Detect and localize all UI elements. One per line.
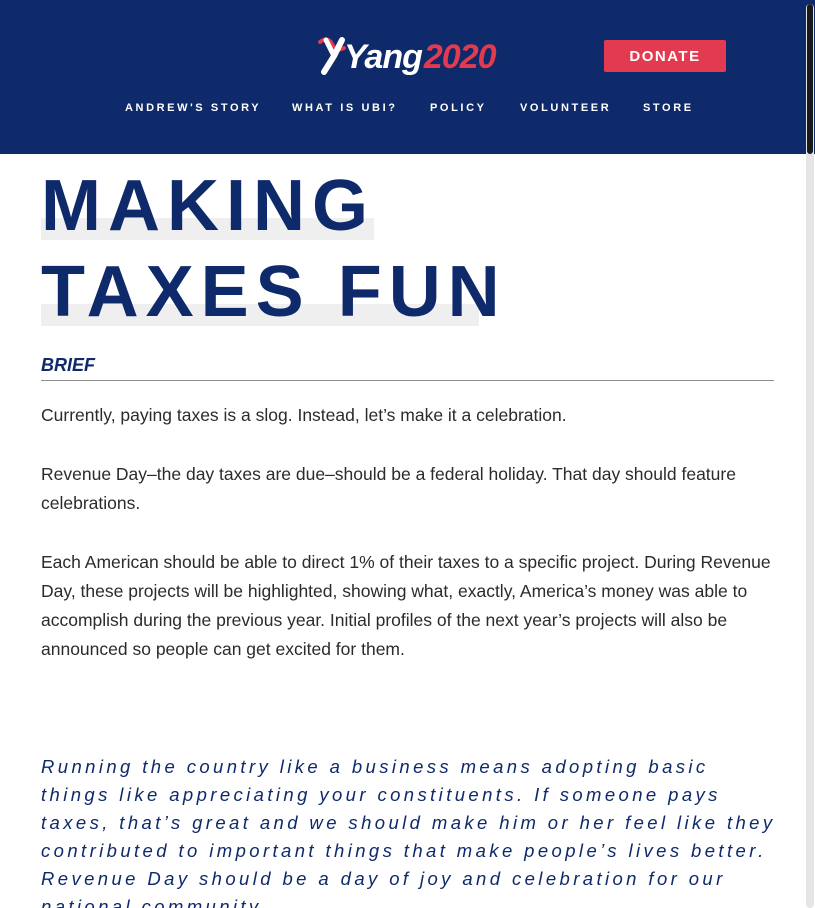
section-divider (41, 380, 774, 381)
nav-item-volunteer[interactable]: VOLUNTEER (520, 100, 611, 116)
pull-quote: Running the country like a business mean… (41, 756, 776, 908)
yang-2020-logo[interactable]: Yang 2020 (318, 34, 498, 80)
donate-button[interactable]: DONATE (604, 40, 726, 72)
page-title-line-2: TAXES FUN (41, 252, 507, 332)
site-header: Yang 2020 DONATE ANDREW'S STORY WHAT IS … (0, 0, 815, 154)
nav-item-policy[interactable]: POLICY (430, 100, 487, 116)
nav-item-andrews-story[interactable]: ANDREW'S STORY (125, 100, 261, 116)
logo-swoosh-icon (318, 37, 346, 75)
paragraph-revenue-day: Revenue Day–the day taxes are due–should… (41, 464, 736, 513)
scrollbar-thumb[interactable] (807, 4, 813, 154)
nav-item-what-is-ubi[interactable]: WHAT IS UBI? (292, 100, 398, 116)
brief-label: BRIEF (41, 355, 95, 375)
nav-item-store[interactable]: STORE (643, 100, 694, 116)
page-title-line-1: MAKING (41, 166, 375, 246)
paragraph-projects: Each American should be able to direct 1… (41, 552, 771, 659)
logo-year: 2020 (423, 38, 497, 76)
main-nav: ANDREW'S STORY WHAT IS UBI? POLICY VOLUN… (0, 100, 815, 116)
paragraph-intro: Currently, paying taxes is a slog. Inste… (41, 405, 567, 425)
